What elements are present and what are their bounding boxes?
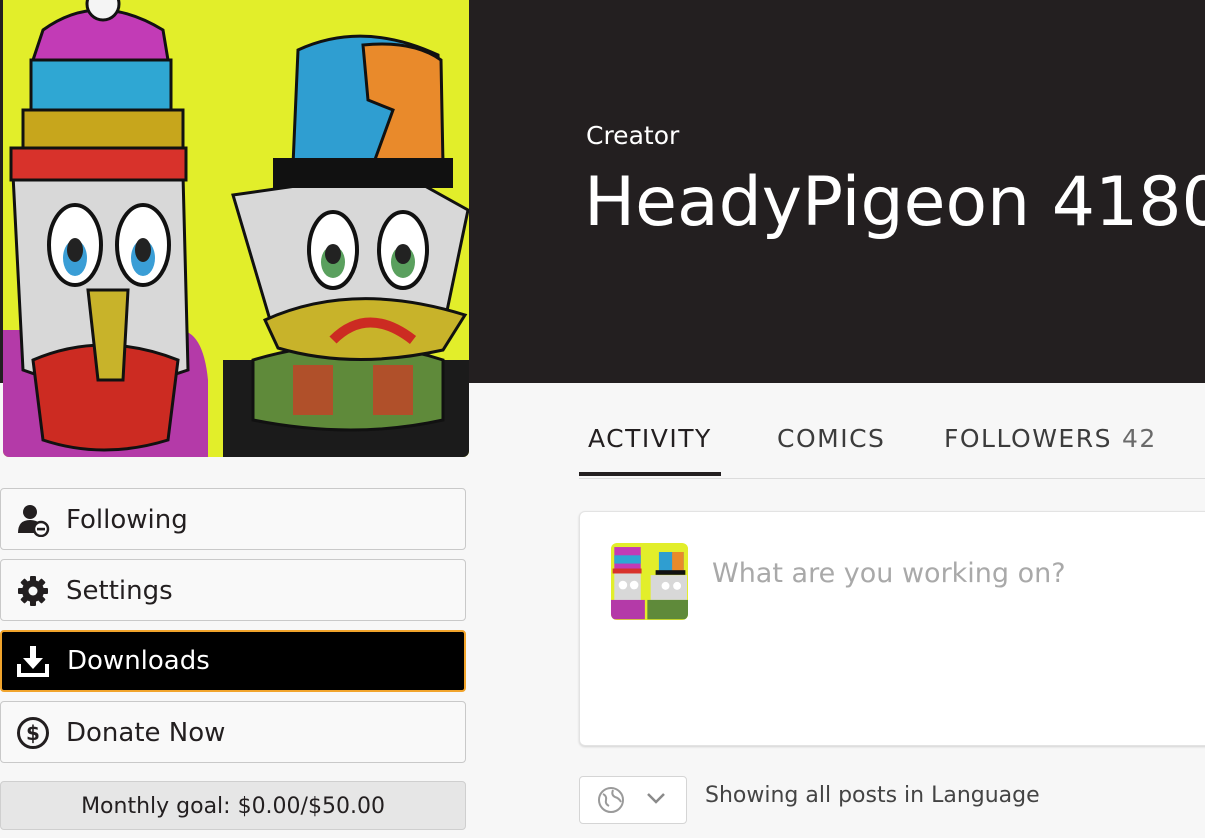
tab-activity[interactable]: ACTIVITY (579, 410, 721, 476)
donate-now-button-label: Donate Now (66, 718, 226, 748)
donate-now-button[interactable]: $ Donate Now (0, 701, 466, 763)
pigeon-avatar-image (3, 0, 469, 457)
tab-comics[interactable]: COMICS (777, 410, 885, 476)
user-minus-icon (18, 505, 50, 537)
composer-avatar (611, 543, 688, 620)
post-composer (579, 511, 1205, 746)
profile-avatar (3, 0, 469, 457)
post-composer-input[interactable] (710, 552, 1194, 594)
tab-followers[interactable]: FOLLOWERS 42 (944, 410, 1157, 476)
globe-icon (598, 787, 624, 813)
language-filter-note: Showing all posts in Language (705, 783, 1040, 808)
tab-followers-label: FOLLOWERS (944, 424, 1112, 453)
gear-icon (18, 576, 48, 606)
following-button-label: Following (66, 505, 188, 535)
download-icon (17, 646, 49, 677)
settings-button[interactable]: Settings (0, 559, 466, 621)
svg-text:$: $ (26, 721, 40, 745)
downloads-button[interactable]: Downloads (0, 630, 466, 692)
tab-comics-label: COMICS (777, 424, 886, 453)
followers-count: 42 (1121, 424, 1157, 453)
monthly-goal: Monthly goal: $0.00/$50.00 (0, 781, 466, 830)
following-button[interactable]: Following (0, 488, 466, 550)
downloads-button-label: Downloads (67, 646, 210, 676)
chevron-down-icon (647, 793, 665, 804)
creator-role-label: Creator (586, 121, 680, 150)
pigeon-avatar-thumbnail (611, 543, 688, 620)
settings-button-label: Settings (66, 576, 173, 606)
profile-name: HeadyPigeon 4180 (584, 163, 1205, 242)
dollar-circle-icon: $ (17, 717, 49, 749)
tab-activity-label: ACTIVITY (588, 424, 712, 453)
profile-tabs: ACTIVITY COMICS FOLLOWERS 42 (579, 410, 1205, 479)
language-filter-dropdown[interactable] (579, 776, 687, 824)
